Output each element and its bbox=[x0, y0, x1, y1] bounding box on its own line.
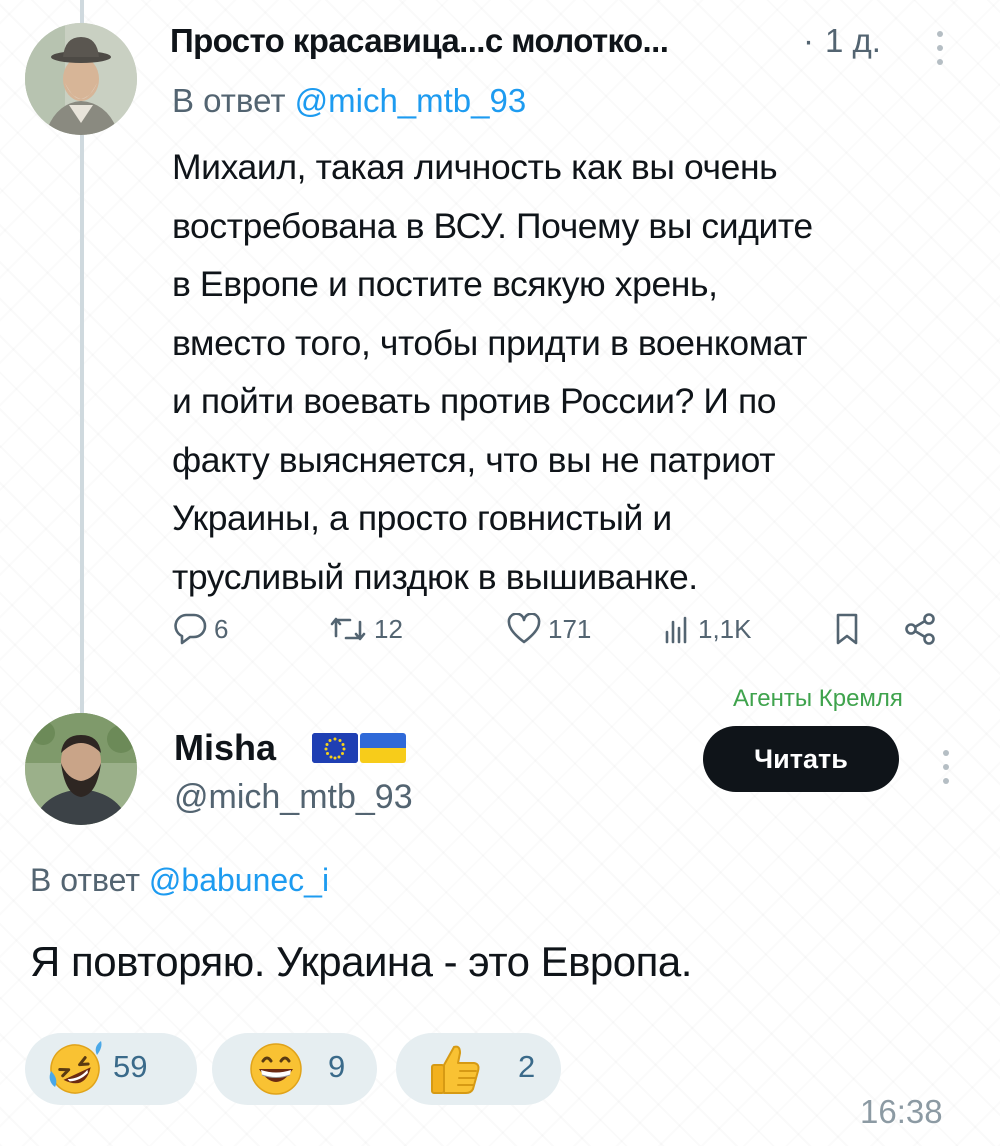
reply-handle-link[interactable]: @mich_mtb_93 bbox=[295, 82, 527, 119]
post-time[interactable]: 1 д. bbox=[825, 22, 881, 60]
bookmark-action[interactable] bbox=[832, 604, 862, 654]
follow-button[interactable]: Читать bbox=[703, 726, 899, 792]
more-options-icon[interactable] bbox=[936, 745, 956, 789]
retweet-count: 12 bbox=[374, 613, 403, 644]
reaction-count: 9 bbox=[328, 1049, 346, 1084]
tweet-text-line: факту выясняется, что вы не патриот bbox=[172, 439, 776, 480]
message-timestamp: 16:38 bbox=[860, 1093, 943, 1130]
author-avatar[interactable] bbox=[25, 23, 137, 135]
reply-context: В ответ @babunec_i bbox=[30, 862, 329, 899]
reaction-laughing[interactable]: 59 bbox=[25, 1033, 197, 1105]
tweet-text-line: востребована в ВСУ. Почему вы сидите bbox=[172, 205, 813, 246]
reply-icon bbox=[172, 612, 208, 646]
reaction-grinning[interactable]: 9 bbox=[212, 1033, 377, 1105]
retweet-icon bbox=[328, 614, 368, 644]
heart-icon bbox=[506, 613, 542, 645]
tweet-text-line: вместо того, чтобы придти в военкомат bbox=[172, 322, 808, 363]
reply-handle-link[interactable]: @babunec_i bbox=[149, 862, 329, 898]
reply-author-handle[interactable]: @mich_mtb_93 bbox=[174, 778, 413, 817]
tweet-actions: 6 12 171 1,1K bbox=[160, 604, 960, 654]
share-action[interactable] bbox=[902, 604, 938, 654]
like-count: 171 bbox=[548, 613, 592, 644]
share-icon bbox=[902, 612, 938, 646]
grinning-face-icon bbox=[248, 1041, 304, 1097]
reaction-thumbs-up[interactable]: 2 bbox=[396, 1033, 561, 1105]
views-action[interactable]: 1,1K bbox=[662, 604, 752, 654]
reply-action[interactable]: 6 bbox=[172, 604, 228, 654]
reply-prefix: В ответ bbox=[172, 82, 295, 119]
reply-context: В ответ @mich_mtb_93 bbox=[172, 82, 526, 120]
like-action[interactable]: 171 bbox=[506, 604, 591, 654]
tweet-text-line: и пойти воевать против России? И по bbox=[172, 381, 777, 421]
eu-flag-icon bbox=[312, 733, 358, 763]
rolling-on-floor-laughing-icon bbox=[47, 1041, 103, 1097]
tweet-text-line: в Европе и постите всякую хрень, bbox=[172, 264, 718, 304]
views-chart-icon bbox=[662, 614, 692, 644]
tweet-text-line: Михаил, такая личность как вы очень bbox=[172, 147, 778, 187]
views-count: 1,1K bbox=[698, 613, 752, 644]
reaction-count: 2 bbox=[518, 1049, 536, 1084]
reply-author-name[interactable]: Misha bbox=[174, 727, 276, 769]
ukraine-flag-icon bbox=[360, 733, 406, 763]
reply-prefix: В ответ bbox=[30, 862, 149, 898]
reply-tweet-text: Я повторяю. Украина - это Европа. bbox=[30, 938, 692, 985]
thumbs-up-icon bbox=[426, 1041, 482, 1097]
time-separator: · bbox=[803, 22, 814, 59]
tweet-text-line: Украины, а просто говнистый и bbox=[172, 498, 672, 538]
author-name[interactable]: Просто красавица...с молотко... bbox=[170, 22, 669, 60]
reply-count: 6 bbox=[214, 613, 229, 644]
tweet-text-line: трусливый пиздюк в вышиванке. bbox=[172, 556, 698, 597]
reaction-count: 59 bbox=[113, 1049, 148, 1084]
retweet-action[interactable]: 12 bbox=[328, 604, 403, 654]
reply-author-avatar[interactable] bbox=[25, 713, 137, 825]
bookmark-icon bbox=[832, 612, 862, 646]
tweet-text: Михаил, такая личность как вы очень вост… bbox=[172, 138, 962, 606]
channel-label[interactable]: Агенты Кремля bbox=[733, 685, 903, 713]
more-options-icon[interactable] bbox=[930, 26, 950, 70]
